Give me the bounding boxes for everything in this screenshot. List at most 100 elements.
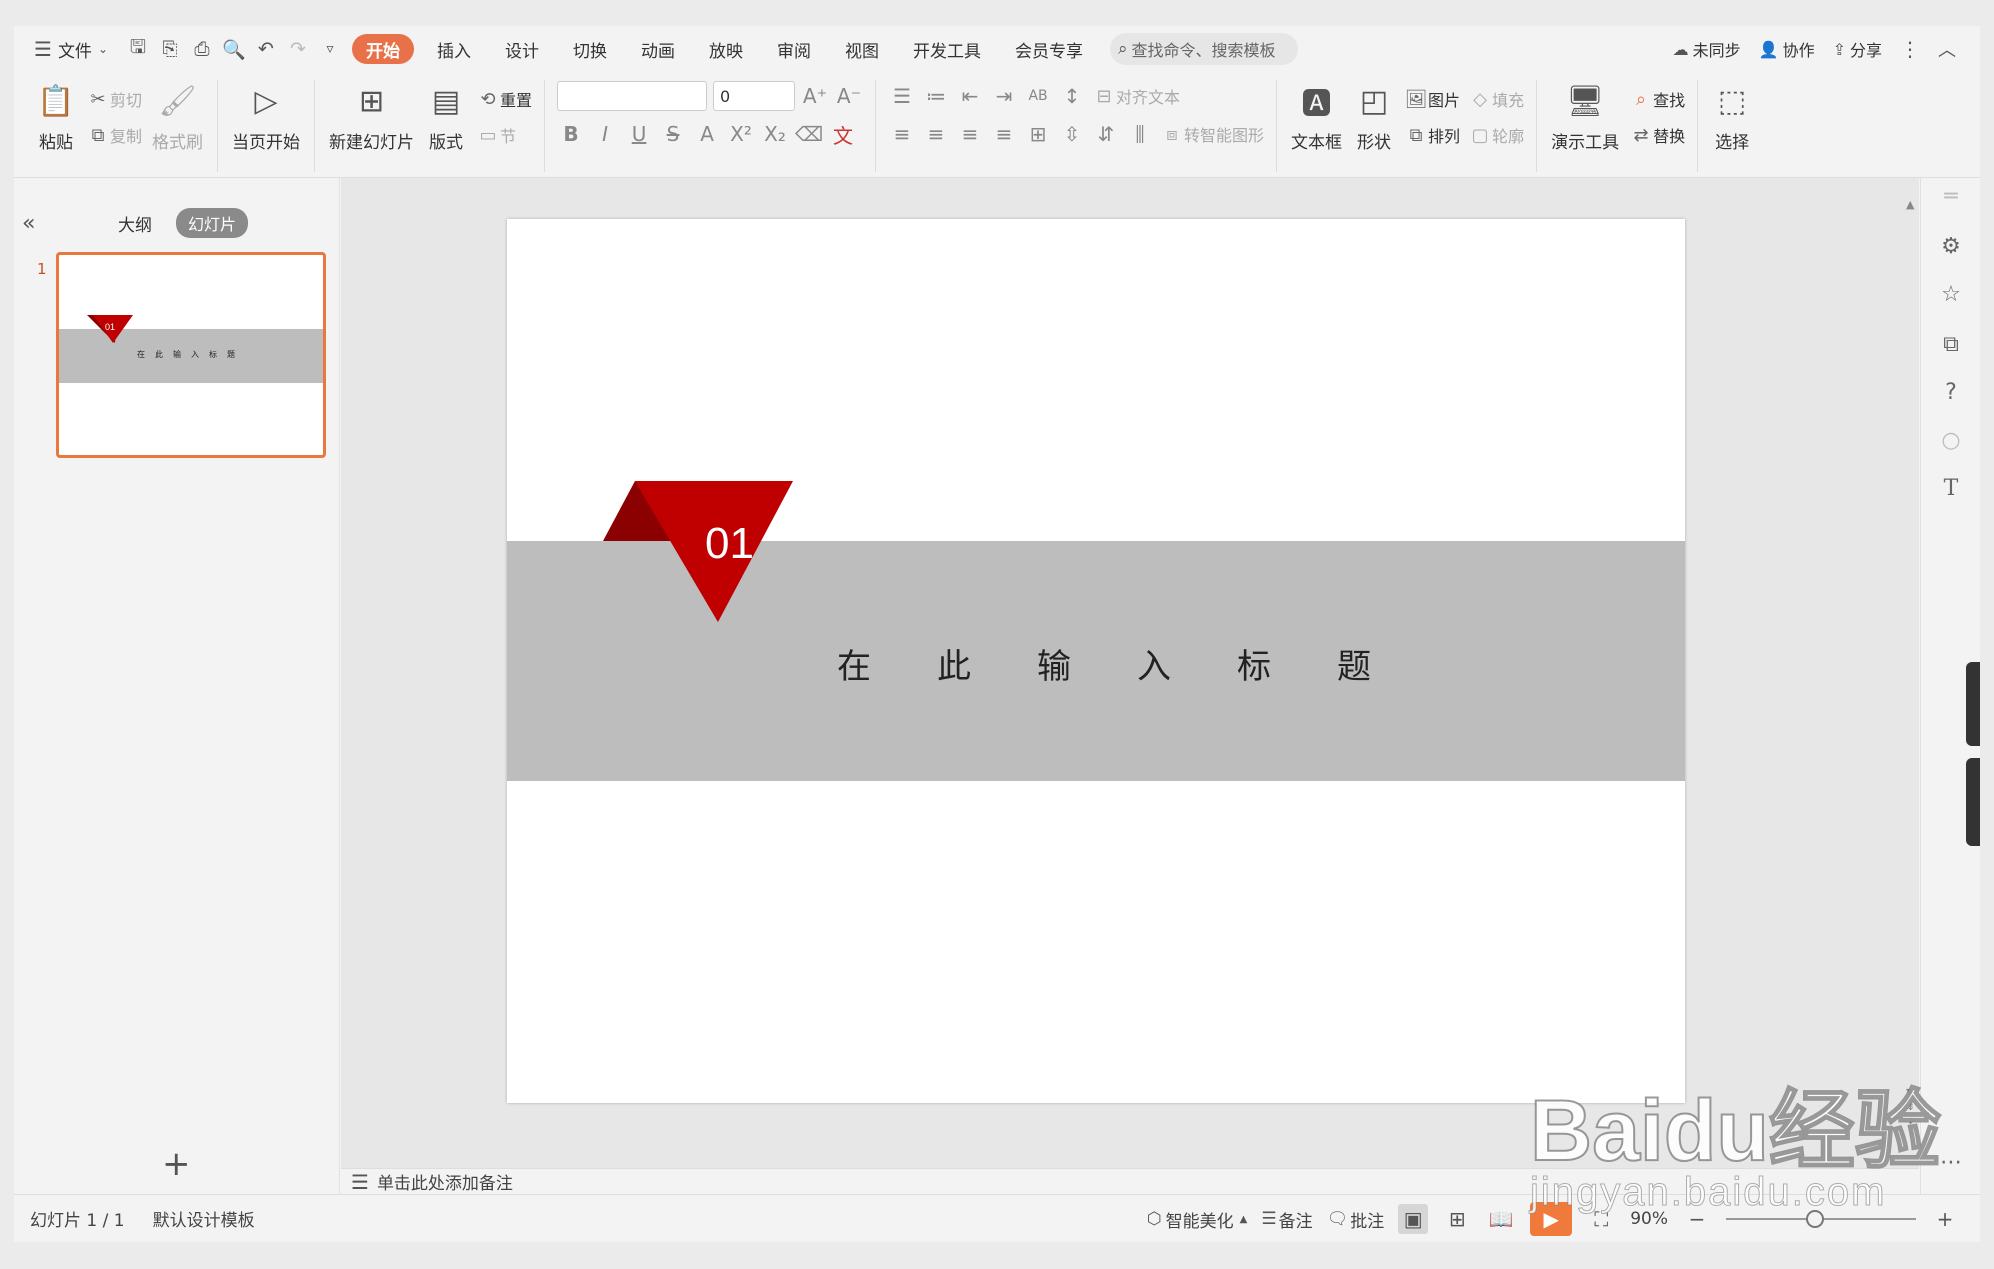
zoom-out-icon[interactable]: − [1682,1204,1712,1234]
collaborate-button[interactable]: 👤 协作 [1759,37,1815,61]
subscript-icon[interactable]: X₂ [761,119,789,149]
align-right-icon[interactable]: ≡ [956,119,984,149]
start-from-current-button[interactable]: ▷ 当页开始 [226,80,306,172]
slide-sorter-icon[interactable]: ⊞ [1442,1204,1472,1234]
smart-beautify-button[interactable]: ⬡ 智能美化 ▲ [1147,1207,1248,1232]
decrease-indent-icon[interactable]: ⇤ [956,81,984,111]
print-icon[interactable]: ⎙ [186,33,218,65]
cut-button[interactable]: ✂ 剪切 [86,84,142,114]
italic-icon[interactable]: I [591,119,619,149]
reset-button[interactable]: ⟲ 重置 [476,84,532,114]
text-direction-icon[interactable]: AB [1024,81,1052,111]
text-icon[interactable]: T [1937,476,1965,504]
line-spacing-icon[interactable]: ⇳ [1058,119,1086,149]
increase-font-icon[interactable]: A⁺ [801,81,829,111]
collapse-panel-icon[interactable]: « [22,211,35,236]
share-button[interactable]: ⇪ 分享 [1833,37,1882,61]
lightbulb-icon[interactable]: ○ [1937,428,1965,456]
select-button[interactable]: ⬚ 选择 [1706,80,1758,172]
save-icon[interactable]: 🖫 [122,33,154,65]
vertical-scrollbar[interactable]: ▲ ▼ ⇟ ⇟ [1904,178,1920,1168]
decrease-font-icon[interactable]: A⁻ [835,81,863,111]
new-slide-button[interactable]: ⊞ 新建幻灯片 [323,80,420,172]
sync-status[interactable]: ☁ 未同步 [1673,37,1741,61]
font-color-icon[interactable]: A [693,119,721,149]
slideshow-play-button[interactable]: ▶ [1530,1202,1573,1236]
collapse-ribbon-icon[interactable]: ︿ [1938,36,1956,62]
picture-button[interactable]: 🖼 图片 [1404,84,1460,114]
paragraph-spacing-icon[interactable]: ⇵ [1092,119,1120,149]
sort-icon[interactable]: ↕ [1058,81,1086,111]
arrange-button[interactable]: ⧉ 排列 [1404,120,1460,150]
customize-toolbar-icon[interactable]: ▿ [314,33,346,65]
tab-design[interactable]: 设计 [488,34,556,64]
paste-button[interactable]: 📋 粘贴 [30,80,82,172]
shape-button[interactable]: ◰ 形状 [1348,80,1400,172]
eraser-icon[interactable]: ⌫ [795,119,823,149]
notes-area[interactable]: ☰ 单击此处添加备注 [341,1168,1919,1194]
help-icon[interactable]: ? [1937,380,1965,408]
tab-home[interactable]: 开始 [352,34,414,64]
print-preview-icon[interactable]: 🔍 [218,33,250,65]
textbox-button[interactable]: 🅰 文本框 [1285,80,1348,172]
fill-button[interactable]: ◇ 填充 [1468,84,1524,114]
zoom-in-icon[interactable]: + [1930,1204,1960,1234]
slide-thumbnail[interactable]: 01 在此输入标题 [56,252,326,458]
align-text-button[interactable]: ⊟ 对齐文本 [1092,81,1180,111]
redo-icon[interactable]: ↷ [282,33,314,65]
section-button[interactable]: ▭ 节 [476,120,532,150]
zoom-slider-knob[interactable] [1806,1210,1824,1228]
command-search[interactable]: ⌕ 查找命令、搜索模板 [1110,33,1298,65]
more-vertical-icon[interactable]: ⋮ [1900,37,1920,61]
tab-slideshow[interactable]: 放映 [692,34,760,64]
underline-icon[interactable]: U [625,119,653,149]
tab-transitions[interactable]: 切换 [556,34,624,64]
font-size-select[interactable]: 0 [713,81,796,111]
replace-button[interactable]: ⇄ 替换 [1629,120,1686,150]
properties-icon[interactable]: ⚙ [1937,234,1965,262]
increase-indent-icon[interactable]: ⇥ [990,81,1018,111]
copy-button[interactable]: ⧉ 复制 [86,120,142,150]
notes-toggle[interactable]: ☰ 备注 [1261,1207,1312,1232]
align-left-icon[interactable]: ≡ [888,119,916,149]
tab-view[interactable]: 视图 [828,34,896,64]
zoom-level[interactable]: 90% [1630,1209,1668,1229]
phonetic-guide-icon[interactable]: 文 [829,119,857,149]
strikethrough-icon[interactable]: S [659,119,687,149]
undo-icon[interactable]: ↶ [250,33,282,65]
reading-view-icon[interactable]: 📖 [1486,1204,1516,1234]
numbering-icon[interactable]: ≔ [922,81,950,111]
slides-pane-icon[interactable]: ⧉ [1937,332,1965,360]
convert-smartart-button[interactable]: ⧈ 转智能图形 [1160,119,1264,149]
side-tab-upper[interactable] [1966,662,1980,746]
bullets-icon[interactable]: ☰ [888,81,916,111]
distribute-icon[interactable]: ⊞ [1024,119,1052,149]
tab-slides[interactable]: 幻灯片 [176,208,249,238]
more-horizontal-icon[interactable]: ⋯ [1937,1150,1965,1178]
format-painter-button[interactable]: 🖌 格式刷 [146,80,209,172]
drag-handle-icon[interactable]: ═ [1937,184,1965,212]
bold-icon[interactable]: B [557,119,585,149]
comments-toggle[interactable]: 🗨 批注 [1327,1207,1385,1232]
slide-title-placeholder[interactable]: 在此输入标题 [837,639,1437,688]
star-icon[interactable]: ☆ [1937,282,1965,310]
section-number[interactable]: 01 [705,519,754,569]
tab-review[interactable]: 审阅 [760,34,828,64]
scroll-down-icons[interactable]: ▼ ⇟ ⇟ [1906,1086,1915,1128]
align-center-icon[interactable]: ≡ [922,119,950,149]
export-pdf-icon[interactable]: ⎘ [154,33,186,65]
file-menu[interactable]: ☰ 文件 ⌄ [34,37,108,62]
columns-icon[interactable]: ⫼ [1126,119,1154,149]
tab-member[interactable]: 会员专享 [998,34,1100,64]
normal-view-icon[interactable]: ▣ [1398,1204,1429,1234]
template-name[interactable]: 默认设计模板 [153,1206,255,1231]
find-button[interactable]: ⌕ 查找 [1629,84,1685,114]
outline-button[interactable]: ▢ 轮廓 [1468,120,1525,150]
tab-outline[interactable]: 大纲 [118,211,152,236]
slide-1[interactable]: 01 在此输入标题 [507,219,1685,1103]
fit-window-icon[interactable]: ⛶ [1586,1204,1616,1234]
present-tools-button[interactable]: 🖥 演示工具 [1545,80,1625,172]
zoom-slider[interactable] [1726,1210,1916,1228]
side-tab-lower[interactable] [1966,758,1980,846]
tab-insert[interactable]: 插入 [420,34,488,64]
